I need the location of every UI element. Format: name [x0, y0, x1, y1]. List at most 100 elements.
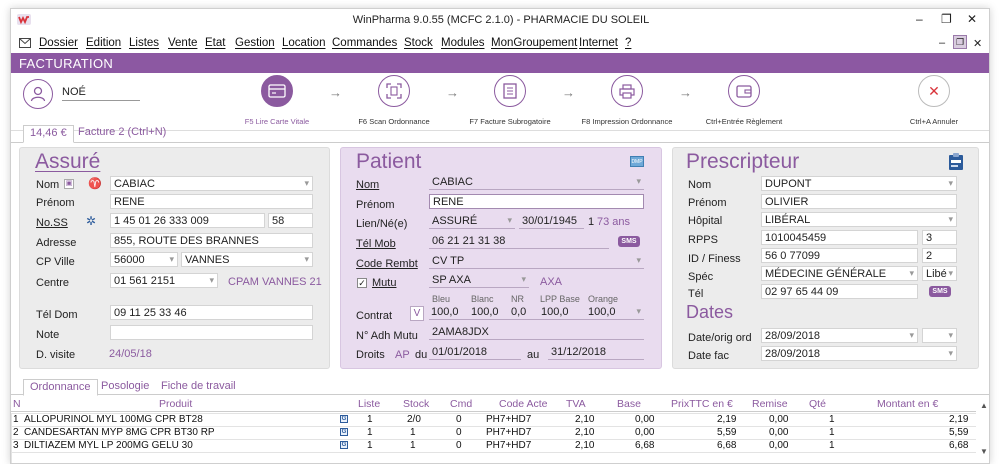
tab-posologie[interactable]: Posologie [95, 379, 155, 393]
menu-listes[interactable]: Listes [129, 37, 159, 49]
scroll-up-icon[interactable]: ▲ [980, 401, 988, 410]
cell-prixttc: 5,59 [717, 427, 737, 438]
menu-etat[interactable]: Etat [205, 37, 225, 49]
scroll-down-icon[interactable]: ▼ [980, 447, 988, 456]
assure-teldom-field[interactable]: 09 11 25 33 46 [110, 305, 313, 320]
assure-noss-field[interactable]: 1 45 01 26 333 009 [110, 213, 265, 228]
col-remise[interactable]: Remise [752, 398, 788, 410]
table-row[interactable]: 2 CANDESARTAN MYP 8MG CPR BT30 RP G 1 1 … [11, 427, 976, 440]
assure-centre-field[interactable]: 01 561 2151 [110, 273, 218, 288]
presc-rpps-field[interactable]: 1010045459 [761, 230, 918, 245]
dmp-icon[interactable]: DMP [630, 156, 644, 167]
presc-nom-field[interactable]: DUPONT [761, 176, 957, 191]
wf-step-scan[interactable] [378, 75, 410, 107]
cancel-button[interactable]: ✕ [918, 75, 950, 107]
col-liste[interactable]: Liste [358, 398, 380, 410]
menu-internet[interactable]: Internet [579, 37, 618, 49]
presc-rpps-n-field[interactable]: 3 [922, 230, 957, 245]
col-cmd[interactable]: Cmd [450, 398, 472, 410]
vertical-scrollbar[interactable]: ▲ ▼ [978, 401, 989, 461]
patient-code-field[interactable]: CV TP [429, 254, 644, 269]
date-orig-field[interactable]: 28/09/2018 [761, 328, 918, 343]
date-orig-extra-field[interactable] [922, 328, 957, 343]
col-stock[interactable]: Stock [403, 398, 429, 410]
mdi-close-button[interactable]: ✕ [973, 37, 982, 50]
patient-dob-field[interactable]: 30/01/1945 [519, 214, 584, 229]
dates-title: Dates [686, 302, 734, 322]
presc-finess-n-field[interactable]: 2 [922, 248, 957, 263]
table-row[interactable]: 1 ALLOPURINOL MYL 100MG CPR BT28 G 1 2/0… [11, 414, 976, 427]
col-qte[interactable]: Qté [809, 398, 826, 410]
tab-fiche-de-travail[interactable]: Fiche de travail [155, 379, 242, 393]
patient-adh-field[interactable]: 2AMA8JDX [429, 325, 644, 340]
minimize-button[interactable]: – [916, 12, 923, 26]
assure-prenom-field[interactable]: RENE [110, 194, 313, 209]
menu-help[interactable]: ? [625, 37, 631, 49]
wf-step-reglement[interactable] [728, 75, 760, 107]
presc-sms-button[interactable]: SMS [929, 286, 951, 297]
patient-sms-button[interactable]: SMS [618, 236, 640, 247]
assure-adresse-field[interactable]: 855, ROUTE DES BRANNES [110, 233, 313, 248]
col-produit[interactable]: Produit [159, 398, 192, 410]
patient-nom-label: Nom [356, 179, 380, 191]
presc-tel-field[interactable]: 02 97 65 44 09 [761, 284, 918, 299]
menu-location[interactable]: Location [282, 37, 325, 49]
tab-facture-2[interactable]: Facture 2 (Ctrl+N) [78, 126, 166, 138]
lookup-icon[interactable]: ✲ [86, 214, 96, 228]
menu-modules[interactable]: Modules [441, 37, 484, 49]
patient-lien-field[interactable]: ASSURÉ [429, 214, 515, 229]
contrat-header: Blanc [471, 294, 494, 304]
patient-droits-du-field[interactable]: 01/01/2018 [429, 345, 521, 360]
col-montant[interactable]: Montant en € [877, 398, 938, 410]
patient-short-name[interactable]: NOÉ [62, 86, 140, 101]
menu-vente[interactable]: Vente [168, 37, 197, 49]
wf-step-impression[interactable] [611, 75, 643, 107]
patient-nom-field[interactable]: CABIAC [429, 175, 644, 190]
patient-prenom-field[interactable]: RENE [429, 194, 644, 209]
mdi-restore-button[interactable]: ❐ [953, 35, 967, 49]
contrat-row[interactable]: 100,0 100,0 0,0 100,0 100,0 ▾ [429, 305, 644, 320]
contrat-v-button[interactable]: V [410, 306, 424, 321]
table-header: N Produit Liste Stock Cmd Code Acte TVA … [11, 396, 976, 412]
presc-prenom-field[interactable]: OLIVIER [761, 194, 957, 209]
tab-ordonnance[interactable]: Ordonnance [23, 379, 98, 396]
cell-tva: 2,10 [575, 427, 595, 438]
col-code-acte[interactable]: Code Acte [499, 398, 547, 410]
col-prixttc[interactable]: PrixTTC en € [671, 398, 733, 410]
restore-button[interactable]: ❐ [941, 12, 952, 26]
col-tva[interactable]: TVA [566, 398, 586, 410]
mdi-minimize-button[interactable]: – [939, 37, 945, 49]
gender-icon[interactable]: ♈ [88, 177, 102, 190]
assure-cp-field[interactable]: 56000 [110, 252, 178, 267]
col-base[interactable]: Base [617, 398, 641, 410]
table-row[interactable]: 3 DILTIAZEM MYL LP 200MG GELU 30 G 1 1 0… [11, 440, 976, 453]
presc-hopital-field[interactable]: LIBÉRAL [761, 212, 957, 227]
patient-telmob-field[interactable]: 06 21 21 31 38 [429, 234, 609, 249]
mutu-checkbox[interactable]: ✓ [357, 278, 367, 288]
tab-invoice-amount[interactable]: 14,46 € [23, 125, 74, 143]
menu-mongroupement[interactable]: MonGroupement [491, 37, 577, 49]
menu-dossier[interactable]: Dossier [39, 37, 78, 49]
presc-finess-field[interactable]: 56 0 77099 [761, 248, 918, 263]
prescriber-card-icon[interactable] [948, 152, 964, 171]
wf-step-facture[interactable] [494, 75, 526, 107]
presc-spec-field[interactable]: MÉDECINE GÉNÉRALE [761, 266, 918, 281]
patient-droits-au-field[interactable]: 31/12/2018 [548, 345, 644, 360]
close-button[interactable]: ✕ [967, 12, 977, 26]
wf-step-carte-vitale[interactable] [261, 75, 293, 107]
assure-nom-field[interactable]: CABIAC [110, 176, 313, 191]
date-fac-field[interactable]: 28/09/2018 [761, 346, 957, 361]
assure-ville-field[interactable]: VANNES [181, 252, 313, 267]
menu-gestion[interactable]: Gestion [235, 37, 275, 49]
assure-noss-key-field[interactable]: 58 [268, 213, 313, 228]
col-n[interactable]: N [13, 398, 21, 410]
menu-commandes[interactable]: Commandes [332, 37, 397, 49]
patient-avatar-icon[interactable] [23, 79, 53, 109]
menu-stock[interactable]: Stock [404, 37, 433, 49]
mail-icon[interactable] [19, 38, 31, 48]
presc-spec-type-field[interactable]: Libé [922, 266, 957, 281]
assure-note-field[interactable] [110, 325, 313, 340]
patient-mutu-field[interactable]: SP AXA [429, 273, 529, 288]
menu-edition[interactable]: Edition [86, 37, 121, 49]
vcard-icon[interactable]: ▣ [64, 179, 74, 189]
